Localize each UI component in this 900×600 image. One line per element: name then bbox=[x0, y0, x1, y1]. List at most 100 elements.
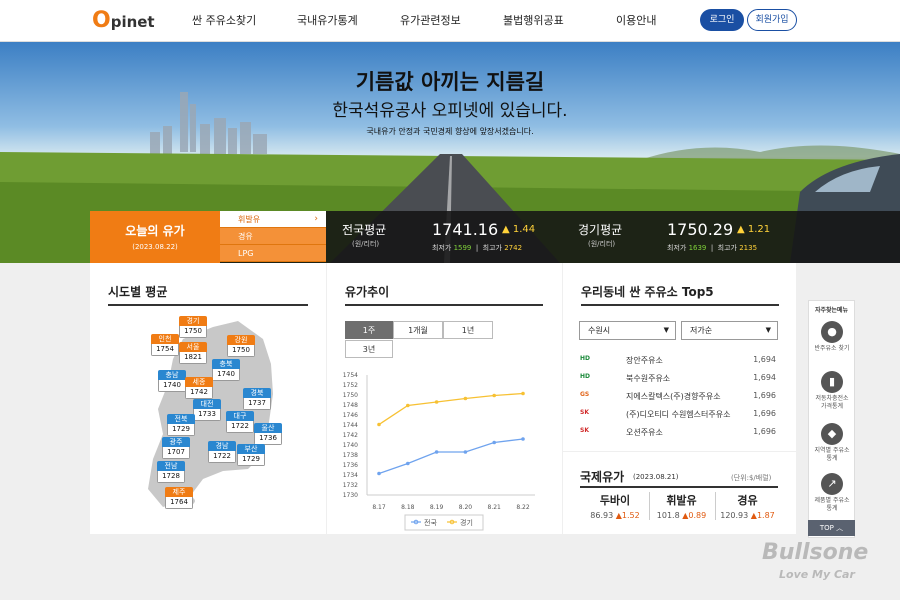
x-tick-label: 8.19 bbox=[430, 504, 444, 511]
station-price: 1,696 bbox=[753, 427, 776, 436]
region-tag[interactable]: 제주 1764 bbox=[165, 487, 193, 509]
region-tag[interactable]: 전남 1728 bbox=[157, 461, 185, 483]
region-tag[interactable]: 전북 1729 bbox=[167, 414, 195, 436]
region-price: 1742 bbox=[185, 387, 213, 399]
brand-logo: GS bbox=[580, 391, 590, 398]
region-tag[interactable]: 경북 1737 bbox=[243, 388, 271, 410]
region-tag[interactable]: 경남 1722 bbox=[208, 441, 236, 463]
region-price: 1729 bbox=[237, 454, 265, 466]
chart-icon: ↗ bbox=[821, 473, 843, 495]
tab-gasoline[interactable]: 휘발유 › bbox=[220, 211, 326, 228]
quick-region-stats[interactable]: ◆ 지역별 주유소통계 bbox=[813, 423, 851, 463]
region-tag[interactable]: 울산 1736 bbox=[254, 423, 282, 445]
station-name: 지에스칼텍스(주)경향주유소 bbox=[626, 392, 721, 401]
region-name: 전북 bbox=[167, 414, 195, 424]
data-point bbox=[406, 461, 410, 466]
station-row[interactable]: SK 오션주유소 1,696 bbox=[580, 425, 780, 441]
gyeonggi-label: 경기평균 bbox=[578, 223, 623, 237]
quick-menu: 자주찾는메뉴 ● 반주유소 찾기 ▮ 저동차충전소 가격통계 ◆ 지역별 주유소통계 … bbox=[808, 300, 855, 538]
quick-charging-stats[interactable]: ▮ 저동차충전소 가격통계 bbox=[813, 371, 851, 411]
region-tag[interactable]: 광주 1707 bbox=[162, 437, 190, 459]
region-tag[interactable]: 세종 1742 bbox=[185, 377, 213, 399]
intl-unit: (단위:$/배럴) bbox=[731, 474, 772, 482]
sort-select[interactable]: 저가순 ▼ bbox=[681, 321, 778, 340]
tab-diesel[interactable]: 경유 bbox=[220, 228, 326, 245]
watermark: Bullsone bbox=[762, 540, 869, 565]
tab-lpg[interactable]: LPG bbox=[220, 245, 326, 262]
region-tag[interactable]: 충남 1740 bbox=[158, 370, 186, 392]
caret-down-icon: ▼ bbox=[765, 326, 771, 334]
nav-guide[interactable]: 이용안내 bbox=[616, 12, 656, 28]
region-price: 1750 bbox=[227, 345, 255, 357]
region-tag[interactable]: 대전 1733 bbox=[193, 399, 221, 421]
x-tick-label: 8.22 bbox=[516, 504, 530, 511]
station-row[interactable]: HD 장안주유소 1,694 bbox=[580, 353, 780, 369]
login-button[interactable]: 로그인 bbox=[700, 9, 744, 31]
quick-cheap-station[interactable]: ● 반주유소 찾기 bbox=[813, 321, 851, 353]
period-1w-button[interactable]: 1주 bbox=[345, 321, 393, 339]
region-name: 대전 bbox=[193, 399, 221, 409]
divider bbox=[581, 304, 779, 306]
region-price: 1754 bbox=[151, 344, 179, 356]
region-name: 경남 bbox=[208, 441, 236, 451]
hero-title-2: 한국석유공사 오피넷에 있습니다. bbox=[332, 101, 568, 121]
intl-price: 120.93 bbox=[720, 511, 749, 520]
y-tick-label: 1730 bbox=[343, 492, 358, 499]
data-point bbox=[434, 400, 439, 404]
national-change: ▲ 1.44 bbox=[502, 224, 536, 235]
region-name: 광주 bbox=[162, 437, 190, 447]
station-row[interactable]: SK (주)디오티디 수원헴스터주유소 1,696 bbox=[580, 407, 780, 423]
nav-domestic-stats[interactable]: 국내유가통계 bbox=[297, 12, 358, 28]
y-tick-label: 1754 bbox=[343, 372, 358, 379]
region-price: 1821 bbox=[179, 352, 207, 364]
data-point bbox=[406, 403, 410, 408]
region-tag[interactable]: 강원 1750 bbox=[227, 335, 255, 357]
region-tag[interactable]: 대구 1722 bbox=[226, 411, 254, 433]
station-row[interactable]: GS 지에스칼텍스(주)경향주유소 1,696 bbox=[580, 389, 780, 405]
nav-illegal[interactable]: 불법행위공표 bbox=[503, 12, 564, 28]
region-name: 제주 bbox=[165, 487, 193, 497]
intl-name: 두바이 bbox=[599, 494, 631, 507]
region-tag[interactable]: 경기 1750 bbox=[179, 316, 207, 338]
region-tag[interactable]: 서울 1821 bbox=[179, 342, 207, 364]
x-tick-label: 8.21 bbox=[488, 504, 502, 511]
intl-change: 1.52 bbox=[621, 511, 640, 520]
data-point bbox=[492, 440, 496, 445]
intl-title: 국제유가 bbox=[580, 470, 625, 484]
station-name: 북수원주유소 bbox=[626, 374, 671, 383]
opinet-logo[interactable]: Opinet bbox=[92, 8, 155, 33]
divider bbox=[580, 486, 778, 488]
station-price: 1,696 bbox=[753, 409, 776, 418]
station-name: (주)디오티디 수원헴스터주유소 bbox=[626, 410, 731, 419]
cheap-title: 우리동네 싼 주유소 Top5 bbox=[581, 285, 714, 299]
x-tick-label: 8.18 bbox=[401, 504, 415, 511]
intl-item: 두바이 86.93 ▲1.52 bbox=[583, 492, 647, 520]
top-button[interactable]: TOP ︿ bbox=[808, 520, 855, 536]
national-average: 전국평균 (원/리터) 1741.16 ▲ 1.44 최저가 1599 | 최고… bbox=[342, 211, 572, 263]
series-line bbox=[378, 438, 524, 475]
period-1y-button[interactable]: 1년 bbox=[443, 321, 493, 339]
period-3y-button[interactable]: 3년 bbox=[345, 340, 393, 358]
region-select[interactable]: 수원시 ▼ bbox=[579, 321, 676, 340]
region-name: 전남 bbox=[157, 461, 185, 471]
gyeonggi-price: 1750.29 bbox=[667, 220, 734, 239]
region-tag[interactable]: 인천 1754 bbox=[151, 334, 179, 356]
nav-cheap-station[interactable]: 싼 주유소찾기 bbox=[192, 12, 256, 28]
station-row[interactable]: HD 북수원주유소 1,694 bbox=[580, 371, 780, 387]
region-price: 1722 bbox=[208, 451, 236, 463]
station-name: 오션주유소 bbox=[626, 428, 663, 437]
region-tag[interactable]: 충북 1740 bbox=[212, 359, 240, 381]
series-line bbox=[378, 392, 524, 426]
x-tick-label: 8.17 bbox=[372, 504, 386, 511]
nav-oil-info[interactable]: 유가관련정보 bbox=[400, 12, 461, 28]
period-1m-button[interactable]: 1개월 bbox=[393, 321, 443, 339]
y-tick-label: 1740 bbox=[343, 442, 358, 449]
station-price: 1,696 bbox=[753, 391, 776, 400]
region-tag[interactable]: 부산 1729 bbox=[237, 444, 265, 466]
gyeonggi-average: 경기평균 (원/리터) 1750.29 ▲ 1.21 최저가 1639 | 최고… bbox=[578, 211, 808, 263]
divider bbox=[345, 304, 543, 306]
region-name: 서울 bbox=[179, 342, 207, 352]
y-tick-label: 1732 bbox=[343, 482, 358, 489]
quick-product-stats[interactable]: ↗ 제품별 주유소통계 bbox=[813, 473, 851, 513]
join-button[interactable]: 회원가입 bbox=[747, 9, 797, 31]
